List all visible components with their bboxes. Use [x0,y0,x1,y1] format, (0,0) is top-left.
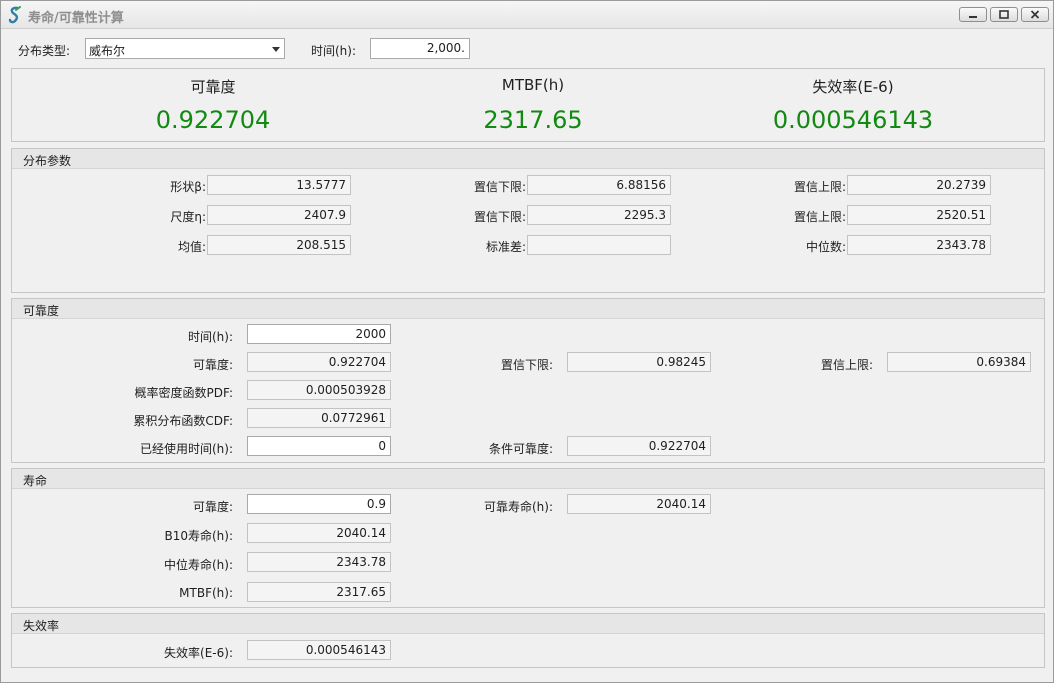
scale-upper-label: 置信上限: [793,210,846,224]
median-label: 中位数: [805,240,846,254]
life-panel: 寿命 可靠度: 0.9 可靠寿命(h): 2040.14 B10寿命(h): 2… [11,468,1045,608]
mean-label: 均值: [177,240,206,254]
rel-upper-field: 0.69384 [887,352,1031,372]
reliability-title: 可靠度 [23,304,60,318]
median-life-label: 中位寿命(h): [163,558,233,572]
window-title: 寿命/可靠性计算 [28,11,124,26]
pdf-label: 概率密度函数PDF: [134,386,234,400]
scale-label: 尺度η: [170,210,206,224]
used-time-input[interactable]: 0 [247,436,391,456]
std-label: 标准差: [485,240,526,254]
failure-title: 失效率 [23,619,60,633]
cond-rel-field: 0.922704 [567,436,711,456]
time-label: 时间(h): [311,44,357,58]
cdf-label: 累积分布函数CDF: [133,414,233,428]
calc-window: 寿命/可靠性计算 分布类型: 威布尔 时间(h): 2,000. 可靠度 0.9… [0,0,1054,683]
maximize-icon [999,10,1009,19]
b10-label: B10寿命(h): [164,529,233,543]
median-life-field: 2343.78 [247,552,391,572]
life-rel-input[interactable]: 0.9 [247,494,391,514]
scale-field: 2407.9 [207,205,351,225]
median-field: 2343.78 [847,235,991,255]
cond-rel-label: 条件可靠度: [488,442,553,456]
rel-time-input[interactable]: 2000 [247,324,391,344]
rel-lower-field: 0.98245 [567,352,711,372]
time-input[interactable]: 2,000. [370,38,470,59]
summary-mtbf-label: MTBF(h) [501,76,565,94]
used-time-label: 已经使用时间(h): [139,442,233,456]
pdf-field: 0.000503928 [247,380,391,400]
b10-field: 2040.14 [247,523,391,543]
minimize-button[interactable] [959,7,987,22]
summary-failure-rate-label: 失效率(E-6) [812,78,894,96]
shape-field: 13.5777 [207,175,351,195]
mean-field: 208.515 [207,235,351,255]
minimize-icon [969,16,977,18]
maximize-button[interactable] [990,7,1018,22]
dist-params-panel: 分布参数 形状β: 13.5777 置信下限: 6.88156 置信上限: 20… [11,148,1045,293]
scale-lower-label: 置信下限: [473,210,526,224]
summary-reliability-label: 可靠度 [190,78,236,96]
shape-upper-field: 20.2739 [847,175,991,195]
dist-type-value: 威布尔 [89,44,126,58]
failure-panel: 失效率 失效率(E-6): 0.000546143 [11,613,1045,668]
dist-type-label: 分布类型: [18,44,71,58]
scale-lower-field: 2295.3 [527,205,671,225]
summary-mtbf-value: 2317.65 [483,106,583,134]
cdf-field: 0.0772961 [247,408,391,428]
app-logo-icon [8,6,21,24]
close-button[interactable] [1021,7,1049,22]
rel-value-field: 0.922704 [247,352,391,372]
failure-rate-field: 0.000546143 [247,640,391,660]
scale-upper-field: 2520.51 [847,205,991,225]
close-icon [1030,10,1040,19]
life-mtbf-field: 2317.65 [247,582,391,602]
rel-upper-label: 置信上限: [820,358,873,372]
rel-time-label: 时间(h): [187,330,233,344]
rel-lower-label: 置信下限: [500,358,553,372]
rel-life-field: 2040.14 [567,494,711,514]
title-bar[interactable]: 寿命/可靠性计算 [1,1,1053,29]
shape-lower-field: 6.88156 [527,175,671,195]
std-field [527,235,671,255]
rel-life-label: 可靠寿命(h): [483,500,553,514]
reliability-header: 可靠度 [12,299,1044,319]
life-header: 寿命 [12,469,1044,489]
dist-params-title: 分布参数 [23,154,72,168]
life-mtbf-label: MTBF(h): [179,586,233,600]
rel-value-label: 可靠度: [192,358,233,372]
shape-upper-label: 置信上限: [793,180,846,194]
summary-failure-rate-value: 0.000546143 [772,106,934,134]
summary-panel: 可靠度 0.922704 MTBF(h) 2317.65 失效率(E-6) 0.… [11,68,1045,142]
life-title: 寿命 [23,474,48,488]
dist-params-header: 分布参数 [12,149,1044,169]
chevron-down-icon [272,47,280,52]
shape-label: 形状β: [170,180,206,194]
life-rel-label: 可靠度: [192,500,233,514]
reliability-panel: 可靠度 时间(h): 2000 可靠度: 0.922704 置信下限: 0.98… [11,298,1045,463]
summary-reliability-value: 0.922704 [155,106,271,134]
dist-type-select[interactable]: 威布尔 [85,38,285,59]
failure-rate-label: 失效率(E-6): [164,646,233,660]
failure-header: 失效率 [12,614,1044,634]
shape-lower-label: 置信下限: [473,180,526,194]
